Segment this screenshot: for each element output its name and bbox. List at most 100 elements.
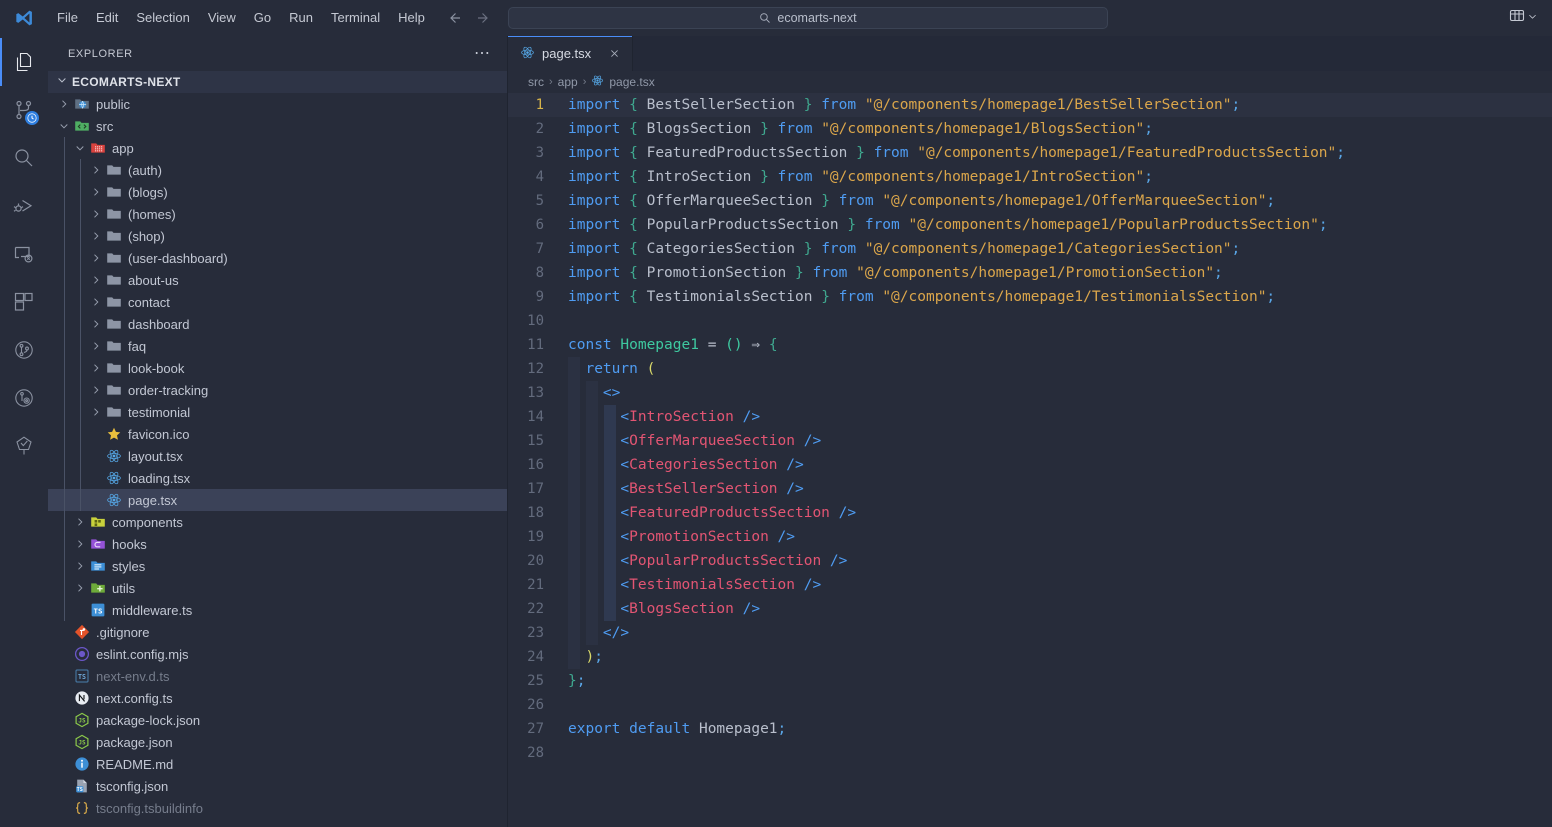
tree-folder-contact[interactable]: contact: [48, 291, 507, 313]
tree-folder-look-book[interactable]: look-book: [48, 357, 507, 379]
tree-folder-faq[interactable]: faq: [48, 335, 507, 357]
code-token: />: [839, 505, 856, 521]
tree-folder-public[interactable]: public: [48, 93, 507, 115]
breadcrumb-item-app[interactable]: app: [558, 75, 578, 89]
command-center-search[interactable]: ecomarts-next: [508, 7, 1108, 29]
activity-item-source-control[interactable]: [0, 86, 48, 134]
activity-item-explorer[interactable]: [0, 38, 48, 86]
chevron-right-icon[interactable]: [88, 252, 104, 264]
breadcrumb-item-src[interactable]: src: [528, 75, 544, 89]
tree-file-tsconfig-tsbuildinfo[interactable]: tsconfig.tsbuildinfo: [48, 797, 507, 819]
tree-file-package-json[interactable]: JSpackage.json: [48, 731, 507, 753]
menu-help[interactable]: Help: [389, 7, 434, 28]
tree-file-package-lock-json[interactable]: JSpackage-lock.json: [48, 709, 507, 731]
chevron-down-icon[interactable]: [72, 142, 88, 154]
chevron-right-icon[interactable]: [56, 98, 72, 110]
tree-folder-components[interactable]: components: [48, 511, 507, 533]
chevron-right-icon[interactable]: [88, 362, 104, 374]
menu-edit[interactable]: Edit: [87, 7, 127, 28]
menu-run[interactable]: Run: [280, 7, 322, 28]
code-token: [638, 361, 647, 377]
chevron-right-icon[interactable]: [72, 538, 88, 550]
menu-file[interactable]: File: [48, 7, 87, 28]
tree-file-tsconfig-json[interactable]: TStsconfig.json: [48, 775, 507, 797]
tree-file-next-config-ts[interactable]: next.config.ts: [48, 687, 507, 709]
code-token: [699, 337, 708, 353]
code-editor[interactable]: 1import { BestSellerSection } from "@/co…: [508, 93, 1552, 827]
tree-item-label: contact: [124, 295, 170, 310]
code-token: }: [760, 169, 769, 185]
tree-folder-utils[interactable]: utils: [48, 577, 507, 599]
tree-file-gitignore[interactable]: .gitignore: [48, 621, 507, 643]
tree-folder-auth[interactable]: (auth): [48, 159, 507, 181]
tree-file-next-env-d-ts[interactable]: TSnext-env.d.ts: [48, 665, 507, 687]
close-icon[interactable]: [606, 46, 622, 62]
line-number: 2: [508, 117, 566, 141]
activity-item-search[interactable]: [0, 134, 48, 182]
activity-item-run-and-debug[interactable]: [0, 182, 48, 230]
tree-file-eslint-config-mjs[interactable]: eslint.config.mjs: [48, 643, 507, 665]
tree-folder-shop[interactable]: (shop): [48, 225, 507, 247]
menu-terminal[interactable]: Terminal: [322, 7, 389, 28]
activity-item-extensions[interactable]: [0, 278, 48, 326]
chevron-right-icon[interactable]: [88, 296, 104, 308]
file-tree[interactable]: publicsrcapp(auth)(blogs)(homes)(shop)(u…: [48, 93, 507, 827]
activity-item-testing[interactable]: [0, 422, 48, 470]
chevron-right-icon: ›: [549, 76, 553, 88]
chevron-right-icon[interactable]: [88, 384, 104, 396]
code-token: (): [725, 337, 742, 353]
chevron-right-icon[interactable]: [72, 516, 88, 528]
chevron-right-icon[interactable]: [88, 340, 104, 352]
tree-folder-app[interactable]: app: [48, 137, 507, 159]
search-query-text: ecomarts-next: [777, 11, 856, 25]
tree-item-label: testimonial: [124, 405, 190, 420]
tree-folder-blogs[interactable]: (blogs): [48, 181, 507, 203]
tree-folder-src[interactable]: src: [48, 115, 507, 137]
menu-bar: File Edit Selection View Go Run Terminal…: [48, 7, 434, 28]
tree-folder-user-dashboard[interactable]: (user-dashboard): [48, 247, 507, 269]
tree-file-page-tsx[interactable]: page.tsx: [48, 489, 507, 511]
forward-arrow-icon[interactable]: [474, 8, 494, 28]
code-token: [716, 337, 725, 353]
chevron-right-icon[interactable]: [88, 274, 104, 286]
chevron-right-icon[interactable]: [88, 164, 104, 176]
explorer-title: EXPLORER: [68, 48, 466, 60]
breadcrumb-item-file[interactable]: page.tsx: [591, 74, 654, 90]
code-token: ⇒: [751, 337, 760, 353]
tree-file-middleware-ts[interactable]: TSmiddleware.ts: [48, 599, 507, 621]
activity-item-git-graph[interactable]: [0, 326, 48, 374]
chevron-right-icon[interactable]: [88, 406, 104, 418]
tree-folder-dashboard[interactable]: dashboard: [48, 313, 507, 335]
menu-selection[interactable]: Selection: [127, 7, 198, 28]
code-token: [620, 97, 629, 113]
chevron-right-icon[interactable]: [88, 230, 104, 242]
chevron-right-icon[interactable]: [88, 208, 104, 220]
tab-page-tsx[interactable]: page.tsx: [508, 36, 633, 71]
tree-file-favicon-ico[interactable]: favicon.ico: [48, 423, 507, 445]
tree-file-readme-md[interactable]: README.md: [48, 753, 507, 775]
tree-folder-homes[interactable]: (homes): [48, 203, 507, 225]
menu-view[interactable]: View: [199, 7, 245, 28]
activity-item-remote-explorer[interactable]: [0, 230, 48, 278]
chevron-right-icon[interactable]: [88, 186, 104, 198]
back-arrow-icon[interactable]: [444, 8, 464, 28]
chevron-right-icon[interactable]: [72, 582, 88, 594]
tree-file-layout-tsx[interactable]: layout.tsx: [48, 445, 507, 467]
code-line: 10: [508, 309, 1552, 333]
customize-layout-button[interactable]: [1505, 4, 1542, 31]
tree-folder-about-us[interactable]: about-us: [48, 269, 507, 291]
tree-folder-hooks[interactable]: hooks: [48, 533, 507, 555]
chevron-right-icon[interactable]: [72, 560, 88, 572]
chevron-right-icon[interactable]: [88, 318, 104, 330]
tree-folder-order-tracking[interactable]: order-tracking: [48, 379, 507, 401]
menu-go[interactable]: Go: [245, 7, 280, 28]
tree-folder-styles[interactable]: styles: [48, 555, 507, 577]
code-token: TestimonialsSection: [638, 289, 821, 305]
tree-file-loading-tsx[interactable]: loading.tsx: [48, 467, 507, 489]
chevron-down-icon[interactable]: [56, 120, 72, 132]
activity-item-gitlens[interactable]: [0, 374, 48, 422]
ellipsis-icon[interactable]: ⋯: [466, 50, 499, 58]
workspace-root-row[interactable]: ECOMARTS-NEXT: [48, 71, 507, 93]
npm-icon: JS: [72, 734, 92, 750]
tree-folder-testimonial[interactable]: testimonial: [48, 401, 507, 423]
